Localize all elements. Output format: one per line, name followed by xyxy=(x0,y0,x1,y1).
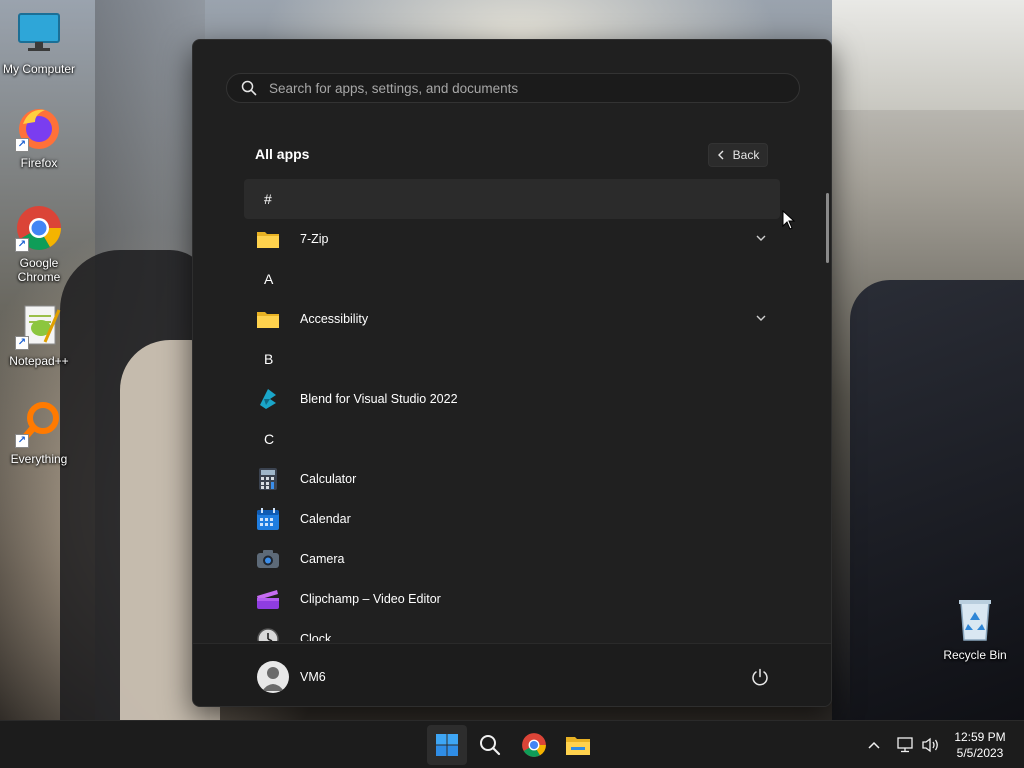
show-hidden-icons-button[interactable] xyxy=(864,733,884,757)
app-item-calendar[interactable]: Calendar xyxy=(244,499,780,539)
user-name[interactable]: VM6 xyxy=(300,670,326,684)
desktop-icon-notepad-plus-plus[interactable]: ↗ Notepad++ xyxy=(0,302,78,368)
power-button[interactable] xyxy=(748,665,772,689)
desktop-icon-recycle-bin[interactable]: Recycle Bin xyxy=(936,596,1014,662)
clock-time: 12:59 PM xyxy=(954,730,1006,744)
back-button-label: Back xyxy=(732,148,760,162)
calculator-icon xyxy=(256,467,280,491)
app-item-camera[interactable]: Camera xyxy=(244,539,780,579)
app-item-clipchamp[interactable]: Clipchamp – Video Editor xyxy=(244,579,780,619)
network-button[interactable] xyxy=(896,733,916,757)
letter-label: # xyxy=(264,191,272,207)
letter-header-hash[interactable]: # xyxy=(244,179,780,219)
shortcut-arrow-icon: ↗ xyxy=(15,238,29,252)
desktop-icon-label: Recycle Bin xyxy=(943,648,1007,662)
app-item-clock[interactable]: Clock xyxy=(244,619,780,641)
clock-date: 5/5/2023 xyxy=(956,746,1004,760)
network-icon xyxy=(897,737,913,753)
chrome-icon: ↗ xyxy=(15,204,63,252)
all-apps-title: All apps xyxy=(255,146,310,162)
search-input[interactable] xyxy=(269,80,799,96)
recycle-bin-icon xyxy=(951,596,999,644)
file-explorer-icon xyxy=(566,737,590,755)
app-item-label: 7-Zip xyxy=(300,232,329,246)
folder-icon xyxy=(256,227,280,251)
chrome-icon xyxy=(522,733,546,757)
user-avatar[interactable] xyxy=(257,661,289,693)
start-menu: All apps Back # 7-Zip A Accessibility xyxy=(192,39,832,707)
wallpaper-ceiling xyxy=(832,0,1024,110)
letter-label: C xyxy=(264,431,275,447)
desktop-icon-label: Notepad++ xyxy=(9,354,69,368)
shortcut-arrow-icon: ↗ xyxy=(15,434,29,448)
start-button[interactable] xyxy=(427,725,467,765)
everything-search-icon: ↗ xyxy=(15,400,63,448)
desktop-icon-google-chrome[interactable]: ↗ Google Chrome xyxy=(0,204,78,284)
blend-icon xyxy=(256,387,280,411)
app-item-label: Calculator xyxy=(300,472,357,486)
folder-icon xyxy=(256,307,280,331)
app-item-label: Calendar xyxy=(300,512,351,526)
app-item-calculator[interactable]: Calculator xyxy=(244,459,780,499)
taskbar-file-explorer-button[interactable] xyxy=(558,725,598,765)
app-list-scrollbar[interactable] xyxy=(826,193,829,263)
chevron-down-icon[interactable] xyxy=(754,311,768,325)
app-item-blend[interactable]: Blend for Visual Studio 2022 xyxy=(244,379,780,419)
volume-button[interactable] xyxy=(920,733,942,757)
letter-header-a[interactable]: A xyxy=(244,259,780,299)
desktop-icon-my-computer[interactable]: My Computer xyxy=(0,10,78,76)
volume-icon xyxy=(922,737,938,753)
app-item-label: Accessibility xyxy=(300,312,369,326)
firefox-icon: ↗ xyxy=(15,104,63,152)
camera-icon xyxy=(256,547,280,571)
back-button[interactable]: Back xyxy=(708,143,768,167)
calendar-icon xyxy=(256,507,280,531)
desktop-icon-everything[interactable]: ↗ Everything xyxy=(0,400,78,466)
desktop-icon-label: My Computer xyxy=(2,62,76,76)
all-apps-list: # 7-Zip A Accessibility B Blend for Visu… xyxy=(244,179,780,641)
chevron-down-icon[interactable] xyxy=(754,231,768,245)
clipchamp-icon xyxy=(256,587,280,611)
app-item-label: Clipchamp – Video Editor xyxy=(300,592,441,606)
monitor-icon xyxy=(15,10,63,58)
taskbar-clock[interactable]: 12:59 PM 5/5/2023 xyxy=(940,729,1020,761)
search-icon xyxy=(480,735,501,756)
chevron-up-icon xyxy=(868,741,880,749)
letter-header-b[interactable]: B xyxy=(244,339,780,379)
app-item-accessibility[interactable]: Accessibility xyxy=(244,299,780,339)
app-item-label: Clock xyxy=(300,632,332,641)
clock-icon xyxy=(256,627,280,641)
mouse-cursor-icon xyxy=(782,210,796,230)
notepad-plus-plus-icon: ↗ xyxy=(15,302,63,350)
letter-label: A xyxy=(264,271,274,287)
desktop-icon-label: Firefox xyxy=(20,156,58,170)
shortcut-arrow-icon: ↗ xyxy=(15,336,29,350)
desktop-icon-label: Everything xyxy=(10,452,68,466)
app-item-label: Camera xyxy=(300,552,345,566)
letter-header-c[interactable]: C xyxy=(244,419,780,459)
taskbar-chrome-button[interactable] xyxy=(514,725,554,765)
start-search-box[interactable] xyxy=(226,73,800,103)
app-item-label: Blend for Visual Studio 2022 xyxy=(300,392,458,406)
chevron-left-icon xyxy=(717,150,724,160)
taskbar-search-button[interactable] xyxy=(470,725,510,765)
power-icon xyxy=(752,668,768,686)
desktop-icon-label: Google Chrome xyxy=(17,256,61,284)
start-icon xyxy=(436,734,458,756)
start-menu-footer: VM6 xyxy=(193,643,831,706)
search-icon xyxy=(241,80,257,96)
taskbar: 12:59 PM 5/5/2023 xyxy=(0,720,1024,768)
app-item-7-zip[interactable]: 7-Zip xyxy=(244,219,780,259)
letter-label: B xyxy=(264,351,274,367)
desktop-icon-firefox[interactable]: ↗ Firefox xyxy=(0,104,78,170)
shortcut-arrow-icon: ↗ xyxy=(15,138,29,152)
